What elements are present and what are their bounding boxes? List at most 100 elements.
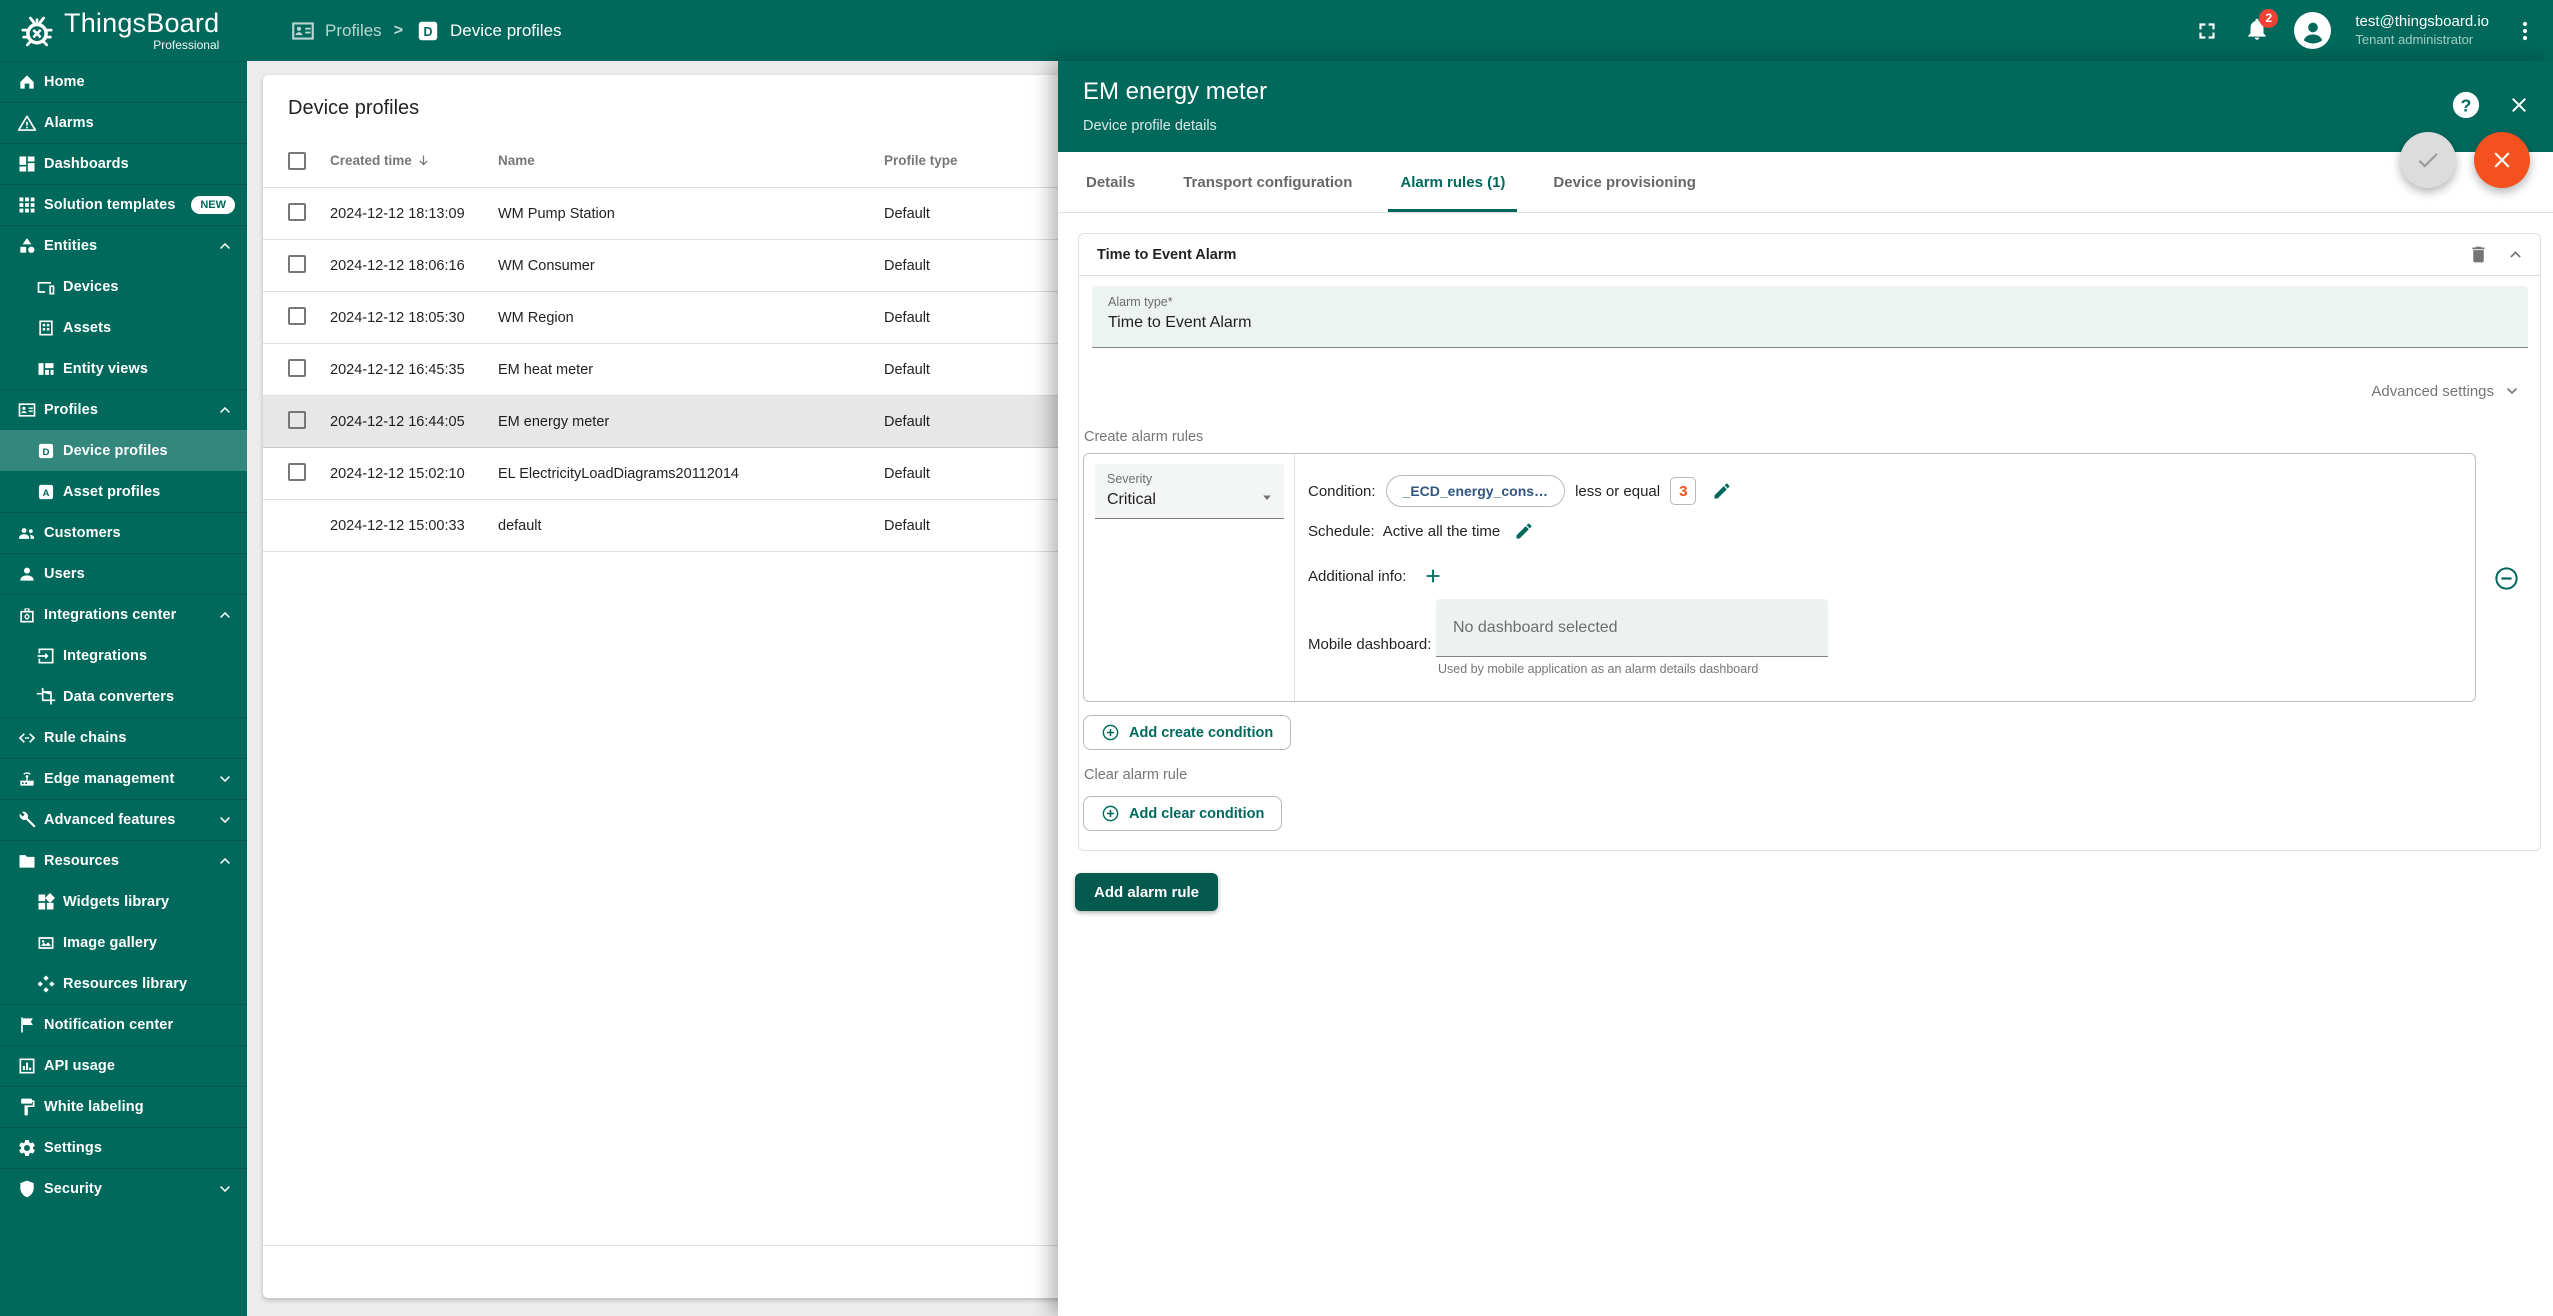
sidebar-item-alarms[interactable]: Alarms bbox=[0, 102, 247, 143]
sidebar-item-settings[interactable]: Settings bbox=[0, 1127, 247, 1168]
tab-transport-configuration[interactable]: Transport configuration bbox=[1159, 152, 1376, 212]
tab-details[interactable]: Details bbox=[1062, 152, 1159, 212]
solution-templates-icon bbox=[17, 195, 37, 215]
sidebar-item-devices[interactable]: Devices bbox=[0, 266, 247, 307]
sidebar-item-integrations-center[interactable]: Integrations center bbox=[0, 594, 247, 635]
sidebar-item-image-gallery[interactable]: Image gallery bbox=[0, 922, 247, 963]
delete-alarm-rule-icon[interactable] bbox=[2468, 244, 2489, 265]
row-checkbox[interactable] bbox=[288, 307, 306, 325]
edge-management-icon bbox=[17, 769, 37, 789]
remove-alarm-rule-icon[interactable] bbox=[2493, 565, 2520, 592]
chevron-down-icon[interactable] bbox=[215, 810, 235, 830]
devices-icon bbox=[36, 277, 56, 297]
sidebar-item-widgets-library[interactable]: Widgets library bbox=[0, 881, 247, 922]
alarm-type-field[interactable]: Alarm type* Time to Event Alarm bbox=[1092, 286, 2528, 348]
breadcrumb: Profiles>DDevice profiles bbox=[290, 18, 562, 44]
condition-key-chip[interactable]: _ECD_energy_cons… bbox=[1386, 475, 1566, 507]
column-created-time[interactable]: Created time bbox=[330, 153, 498, 168]
close-icon bbox=[2489, 147, 2515, 173]
advanced-features-icon bbox=[17, 810, 37, 830]
sidebar-item-advanced-features[interactable]: Advanced features bbox=[0, 799, 247, 840]
mobile-dashboard-input[interactable] bbox=[1436, 599, 1828, 657]
sidebar-item-security[interactable]: Security bbox=[0, 1168, 247, 1209]
sidebar-item-entity-views[interactable]: Entity views bbox=[0, 348, 247, 389]
tab-device-provisioning[interactable]: Device provisioning bbox=[1529, 152, 1720, 212]
edit-condition-icon[interactable] bbox=[1712, 481, 1732, 501]
kebab-menu-icon[interactable] bbox=[2513, 19, 2537, 43]
row-checkbox[interactable] bbox=[288, 463, 306, 481]
plus-circle-icon bbox=[1101, 804, 1120, 823]
sidebar-item-data-converters[interactable]: Data converters bbox=[0, 676, 247, 717]
chevron-down-icon[interactable] bbox=[215, 769, 235, 789]
tab-alarm-rules-1-[interactable]: Alarm rules (1) bbox=[1376, 152, 1529, 212]
cell-created-time: 2024-12-12 18:05:30 bbox=[330, 310, 498, 326]
cell-name: WM Pump Station bbox=[498, 206, 884, 222]
cancel-changes-fab[interactable] bbox=[2474, 132, 2530, 188]
chevron-up-icon[interactable] bbox=[215, 400, 235, 420]
avatar[interactable] bbox=[2294, 12, 2331, 49]
alarms-icon bbox=[17, 113, 37, 133]
profiles-icon bbox=[17, 400, 37, 420]
panel-tabs: DetailsTransport configurationAlarm rule… bbox=[1058, 152, 2553, 213]
chevron-up-icon[interactable] bbox=[215, 605, 235, 625]
sidebar-item-asset-profiles[interactable]: AAsset profiles bbox=[0, 471, 247, 512]
notifications-button[interactable]: 2 bbox=[2244, 16, 2270, 46]
sidebar-item-device-profiles[interactable]: DDevice profiles bbox=[0, 430, 247, 471]
logo-subtitle: Professional bbox=[64, 39, 219, 51]
condition-operation: less or equal bbox=[1575, 483, 1660, 500]
sidebar-item-dashboards[interactable]: Dashboards bbox=[0, 143, 247, 184]
logo-title: ThingsBoard bbox=[64, 10, 219, 37]
add-additional-info-icon[interactable] bbox=[1422, 565, 1444, 587]
sidebar-item-rule-chains[interactable]: Rule chains bbox=[0, 717, 247, 758]
row-checkbox[interactable] bbox=[288, 203, 306, 221]
chevron-down-icon[interactable] bbox=[215, 1179, 235, 1199]
severity-select[interactable]: Severity Critical bbox=[1095, 464, 1284, 519]
close-panel-icon[interactable] bbox=[2507, 93, 2531, 117]
sidebar-item-profiles[interactable]: Profiles bbox=[0, 389, 247, 430]
sidebar-item-label: Rule chains bbox=[44, 730, 127, 746]
mobile-dashboard-label: Mobile dashboard: bbox=[1308, 636, 1436, 653]
svg-text:D: D bbox=[424, 24, 433, 38]
apply-changes-fab[interactable] bbox=[2400, 132, 2456, 188]
sidebar-item-api-usage[interactable]: API usage bbox=[0, 1045, 247, 1086]
sidebar-item-users[interactable]: Users bbox=[0, 553, 247, 594]
fullscreen-icon[interactable] bbox=[2194, 18, 2220, 44]
image-gallery-icon bbox=[36, 933, 56, 953]
sidebar-item-label: Entity views bbox=[63, 361, 148, 377]
breadcrumb-profiles[interactable]: Profiles bbox=[290, 18, 382, 44]
plus-circle-icon bbox=[1101, 723, 1120, 742]
sidebar-item-white-labeling[interactable]: White labeling bbox=[0, 1086, 247, 1127]
sidebar-item-solution-templates[interactable]: Solution templatesNEW bbox=[0, 184, 247, 225]
row-checkbox[interactable] bbox=[288, 411, 306, 429]
select-all-checkbox[interactable] bbox=[288, 152, 306, 170]
column-name[interactable]: Name bbox=[498, 153, 884, 168]
sidebar-item-assets[interactable]: Assets bbox=[0, 307, 247, 348]
sidebar-item-resources[interactable]: Resources bbox=[0, 840, 247, 881]
panel-header: EM energy meter Device profile details ? bbox=[1058, 61, 2553, 152]
condition-value: 3 bbox=[1670, 477, 1696, 505]
sidebar-item-notification-center[interactable]: Notification center bbox=[0, 1004, 247, 1045]
add-create-condition-button[interactable]: Add create condition bbox=[1083, 715, 1291, 750]
sidebar-item-customers[interactable]: Customers bbox=[0, 512, 247, 553]
breadcrumb-device-profiles[interactable]: DDevice profiles bbox=[415, 18, 562, 44]
app-logo[interactable]: ThingsBoard Professional bbox=[0, 10, 247, 52]
collapse-section-icon[interactable] bbox=[2505, 244, 2526, 265]
sidebar-item-label: Integrations bbox=[63, 648, 147, 664]
sidebar-item-entities[interactable]: Entities bbox=[0, 225, 247, 266]
dashboards-icon bbox=[17, 154, 37, 174]
row-checkbox[interactable] bbox=[288, 359, 306, 377]
edit-schedule-icon[interactable] bbox=[1514, 521, 1534, 541]
row-checkbox[interactable] bbox=[288, 255, 306, 273]
sidebar-item-home[interactable]: Home bbox=[0, 61, 247, 102]
sidebar-item-integrations[interactable]: Integrations bbox=[0, 635, 247, 676]
chevron-up-icon[interactable] bbox=[215, 236, 235, 256]
chevron-up-icon[interactable] bbox=[215, 851, 235, 871]
sidebar-item-resources-library[interactable]: Resources library bbox=[0, 963, 247, 1004]
advanced-settings-toggle[interactable]: Advanced settings bbox=[1079, 381, 2540, 401]
sidebar-item-edge-management[interactable]: Edge management bbox=[0, 758, 247, 799]
help-icon[interactable]: ? bbox=[2451, 90, 2481, 120]
profiles-icon bbox=[290, 18, 316, 44]
cell-created-time: 2024-12-12 16:45:35 bbox=[330, 362, 498, 378]
add-alarm-rule-button[interactable]: Add alarm rule bbox=[1075, 873, 1218, 911]
add-clear-condition-button[interactable]: Add clear condition bbox=[1083, 796, 1282, 831]
